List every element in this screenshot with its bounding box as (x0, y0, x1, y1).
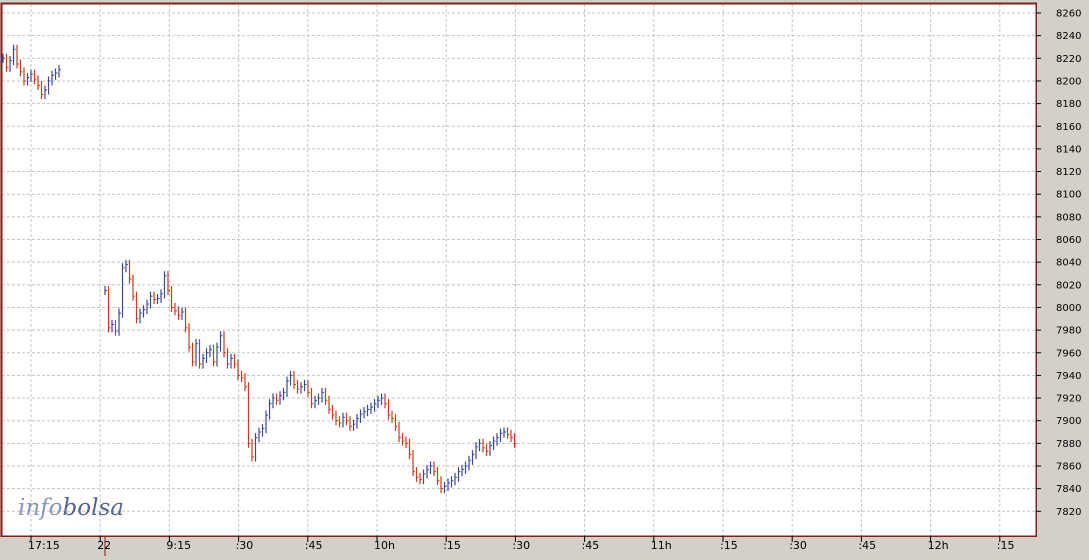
y-tick-label: 8260 (1056, 9, 1081, 20)
y-tick-label: 8220 (1056, 54, 1081, 65)
y-tick-label: 8200 (1056, 76, 1081, 87)
plot-background (2, 4, 1036, 536)
x-tick-label: :30 (512, 539, 530, 552)
y-tick-label: 8160 (1056, 122, 1081, 133)
x-tick-label: :30 (236, 539, 254, 552)
x-tick-label: 22 (97, 539, 111, 552)
y-tick-label: 8180 (1056, 99, 1081, 110)
y-tick-label: 8120 (1056, 167, 1081, 178)
y-tick-label: 8040 (1056, 258, 1081, 269)
y-tick-label: 7940 (1056, 371, 1081, 382)
x-tick-label: :15 (443, 539, 461, 552)
y-tick-label: 8080 (1056, 212, 1081, 223)
x-tick-label: 11h (651, 539, 672, 552)
y-tick-label: 8000 (1056, 303, 1081, 314)
y-tick-label: 8060 (1056, 235, 1081, 246)
x-tick-label: 17:15 (28, 539, 60, 552)
x-tick-label: :15 (997, 539, 1015, 552)
y-tick-label: 7820 (1056, 507, 1081, 518)
y-tick-label: 8020 (1056, 280, 1081, 291)
y-tick-label: 7860 (1056, 462, 1081, 473)
y-tick-label: 7900 (1056, 416, 1081, 427)
y-tick-label: 8100 (1056, 190, 1081, 201)
x-tick-label: :45 (858, 539, 876, 552)
ohlc-chart: 8260 8240 8220 8200 8180 8160 8140 8120 8100 8080… (0, 0, 1089, 556)
y-tick-label: 8140 (1056, 144, 1081, 155)
y-tick-label: 7920 (1056, 394, 1081, 405)
x-tick-label: 12h (928, 539, 949, 552)
x-tick-label: 10h (374, 539, 395, 552)
y-tick-label: 7880 (1056, 439, 1081, 450)
x-tick-label: :30 (789, 539, 807, 552)
y-tick-label: 7980 (1056, 326, 1081, 337)
y-tick-label: 7840 (1056, 484, 1081, 495)
x-tick-label: :45 (305, 539, 323, 552)
chart-area: 8260 8240 8220 8200 8180 8160 8140 8120 8100 8080… (0, 0, 1089, 556)
y-tick-label: 8240 (1056, 31, 1081, 42)
x-tick-label: 9:15 (166, 539, 191, 552)
y-tick-label: 7960 (1056, 348, 1081, 359)
x-tick-label: :45 (582, 539, 600, 552)
x-tick-label: :15 (720, 539, 738, 552)
